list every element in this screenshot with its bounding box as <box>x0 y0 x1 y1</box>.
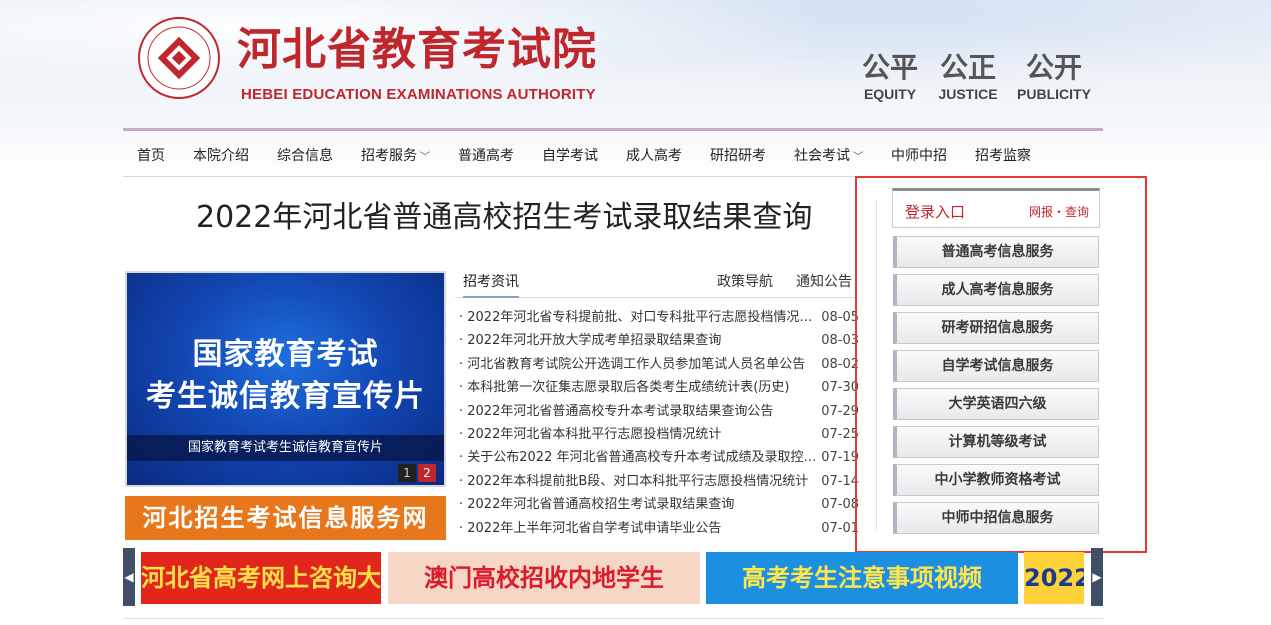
news-tabs: 招考资讯 政策导航 通知公告 <box>455 271 855 298</box>
service-button-adult[interactable]: 成人高考信息服务 <box>893 274 1099 306</box>
nav-item-self-study[interactable]: 自学考试 <box>542 145 598 165</box>
slide-subheadline: 考生诚信教育宣传片 <box>146 379 425 414</box>
news-title: · 2022年河北开放大学成考单招录取结果查询 <box>459 333 722 349</box>
tab-notices[interactable]: 通知公告 <box>796 271 852 291</box>
news-date: 07-14 <box>821 473 859 489</box>
banner-consult-hall[interactable]: 河北省高考网上咨询大厅 <box>141 552 381 604</box>
nav-item-supervision[interactable]: 招考监察 <box>975 145 1031 165</box>
news-date: 08-05 <box>821 310 859 325</box>
logo-emblem-icon <box>138 17 220 99</box>
news-title: · 2022年河北省专科提前批、对口专科批平行志愿投档情况统计 <box>459 310 819 325</box>
chevron-down-icon: ﹀ <box>420 152 430 163</box>
page-title[interactable]: 2022年河北省普通高校招生考试录取结果查询 <box>196 192 812 236</box>
motto-cn: 公正 <box>939 51 996 84</box>
service-button-teacher-cert[interactable]: 中小学教师资格考试 <box>893 464 1099 496</box>
news-title: · 河北省教育考试院公开选调工作人员参加笔试人员名单公告 <box>459 356 806 372</box>
service-button-cet[interactable]: 大学英语四六级 <box>893 388 1099 420</box>
news-date: 07-29 <box>821 403 859 419</box>
chevron-right-icon[interactable]: ▶ <box>1091 548 1103 606</box>
nav-item-general-info[interactable]: 综合信息 <box>277 145 333 165</box>
news-title: · 2022年河北省本科批平行志愿投档情况统计 <box>459 426 722 442</box>
nav-top-border <box>123 128 1103 131</box>
nav-item-about[interactable]: 本院介绍 <box>193 145 249 165</box>
motto-publicity: 公开 PUBLICITY <box>1014 50 1094 102</box>
service-button-gaokao[interactable]: 普通高考信息服务 <box>893 236 1099 268</box>
login-panel[interactable]: 登录入口 网报・查询 <box>892 188 1100 228</box>
news-title: · 2022年河北省普通高校招生考试录取结果查询 <box>459 497 735 513</box>
list-item[interactable]: · 2022年上半年河北省自学考试申请毕业公告 07-01 <box>459 517 859 540</box>
service-button-self-study[interactable]: 自学考试信息服务 <box>893 350 1099 382</box>
login-links[interactable]: 网报・查询 <box>1029 203 1089 220</box>
banner-2022[interactable]: 2022 <box>1024 552 1084 604</box>
nav-item-graduate[interactable]: 研招研考 <box>710 145 766 165</box>
service-button-secondary[interactable]: 中师中招信息服务 <box>893 502 1099 534</box>
news-title: · 2022年河北省普通高校专升本考试录取结果查询公告 <box>459 403 774 419</box>
list-item[interactable]: · 关于公布2022 年河北省普通高校专升本考试成绩及录取控制线 07-19 <box>459 446 859 469</box>
nav-item-gaokao[interactable]: 普通高考 <box>458 145 514 165</box>
list-item[interactable]: · 2022年河北开放大学成考单招录取结果查询 08-03 <box>459 329 859 352</box>
bottom-divider <box>123 618 1103 619</box>
slider-pager: 1 2 <box>398 464 436 482</box>
motto-equity: 公平 EQUITY <box>850 50 930 102</box>
motto-justice: 公正 JUSTICE <box>928 50 1008 102</box>
news-date: 07-19 <box>821 450 859 466</box>
news-date: 07-25 <box>821 426 859 442</box>
chevron-down-icon: ﹀ <box>853 152 863 163</box>
slide-headline: 国家教育考试 <box>192 337 379 372</box>
slider-page-2[interactable]: 2 <box>418 464 436 482</box>
motto-cn: 公开 <box>1025 51 1082 84</box>
news-title: · 2022年本科提前批B段、对口本科批平行志愿投档情况统计 <box>459 473 809 489</box>
news-date: 08-02 <box>821 356 859 372</box>
login-title[interactable]: 登录入口 <box>905 201 965 222</box>
logo-title-cn: 河北省教育考试院 <box>237 24 597 75</box>
list-item[interactable]: · 2022年河北省专科提前批、对口专科批平行志愿投档情况统计 08-05 <box>459 306 859 329</box>
list-item[interactable]: · 河北省教育考试院公开选调工作人员参加笔试人员名单公告 08-02 <box>459 353 859 376</box>
banner-macau-universities[interactable]: 澳门高校招收内地学生 <box>388 552 700 604</box>
info-service-banner[interactable]: 河北招生考试信息服务网 <box>125 496 446 540</box>
banner-exam-notice-video[interactable]: 高考考生注意事项视频 <box>706 552 1018 604</box>
nav-item-home[interactable]: 首页 <box>137 145 165 165</box>
nav-item-label: 社会考试 <box>794 148 850 164</box>
news-date: 08-03 <box>821 333 859 349</box>
news-list: · 2022年河北省专科提前批、对口专科批平行志愿投档情况统计 08-05 · 2… <box>459 306 859 540</box>
news-title: · 本科批第一次征集志愿录取后各类考生成绩统计表(历史) <box>459 380 790 396</box>
banner-strip: ◀ 河北省高考网上咨询大厅 澳门高校招收内地学生 高考考生注意事项视频 2022… <box>123 548 1103 606</box>
main-nav: 首页 本院介绍 综合信息 招考服务 ﹀ 普通高考 自学考试 成人高考 研招研考 社… <box>123 134 1103 176</box>
news-date: 07-01 <box>821 520 859 536</box>
motto-en: JUSTICE <box>938 86 998 102</box>
news-title: · 关于公布2022 年河北省普通高校专升本考试成绩及录取控制线 <box>459 450 819 466</box>
video-slider[interactable]: 国家教育考试 考生诚信教育宣传片 国家教育考试考生诚信教育宣传片 1 2 <box>125 271 446 487</box>
nav-item-social-exam[interactable]: 社会考试 ﹀ <box>794 145 863 165</box>
tab-policy-nav[interactable]: 政策导航 <box>717 271 773 291</box>
nav-item-label: 招考服务 <box>361 148 417 164</box>
list-item[interactable]: · 2022年河北省本科批平行志愿投档情况统计 07-25 <box>459 423 859 446</box>
list-item[interactable]: · 2022年河北省普通高校招生考试录取结果查询 07-08 <box>459 493 859 516</box>
nav-item-adult-exam[interactable]: 成人高考 <box>626 145 682 165</box>
service-button-ncre[interactable]: 计算机等级考试 <box>893 426 1099 458</box>
logo-title-en: HEBEI EDUCATION EXAMINATIONS AUTHORITY <box>241 86 596 103</box>
list-item[interactable]: · 本科批第一次征集志愿录取后各类考生成绩统计表(历史) 07-30 <box>459 376 859 399</box>
service-button-graduate[interactable]: 研考研招信息服务 <box>893 312 1099 344</box>
news-date: 07-30 <box>821 380 859 396</box>
news-title: · 2022年上半年河北省自学考试申请毕业公告 <box>459 520 722 536</box>
motto-en: PUBLICITY <box>1017 86 1091 102</box>
slide-caption[interactable]: 国家教育考试考生诚信教育宣传片 <box>127 435 444 461</box>
nav-item-exam-services[interactable]: 招考服务 ﹀ <box>361 145 430 165</box>
nav-item-secondary[interactable]: 中师中招 <box>891 145 947 165</box>
tab-exam-news[interactable]: 招考资讯 <box>463 271 519 298</box>
motto-en: EQUITY <box>863 86 917 102</box>
news-date: 07-08 <box>821 497 859 513</box>
slider-page-1[interactable]: 1 <box>398 464 416 482</box>
chevron-left-icon[interactable]: ◀ <box>123 548 135 606</box>
list-item[interactable]: · 2022年本科提前批B段、对口本科批平行志愿投档情况统计 07-14 <box>459 470 859 493</box>
motto-cn: 公平 <box>861 51 918 84</box>
list-item[interactable]: · 2022年河北省普通高校专升本考试录取结果查询公告 07-29 <box>459 400 859 423</box>
